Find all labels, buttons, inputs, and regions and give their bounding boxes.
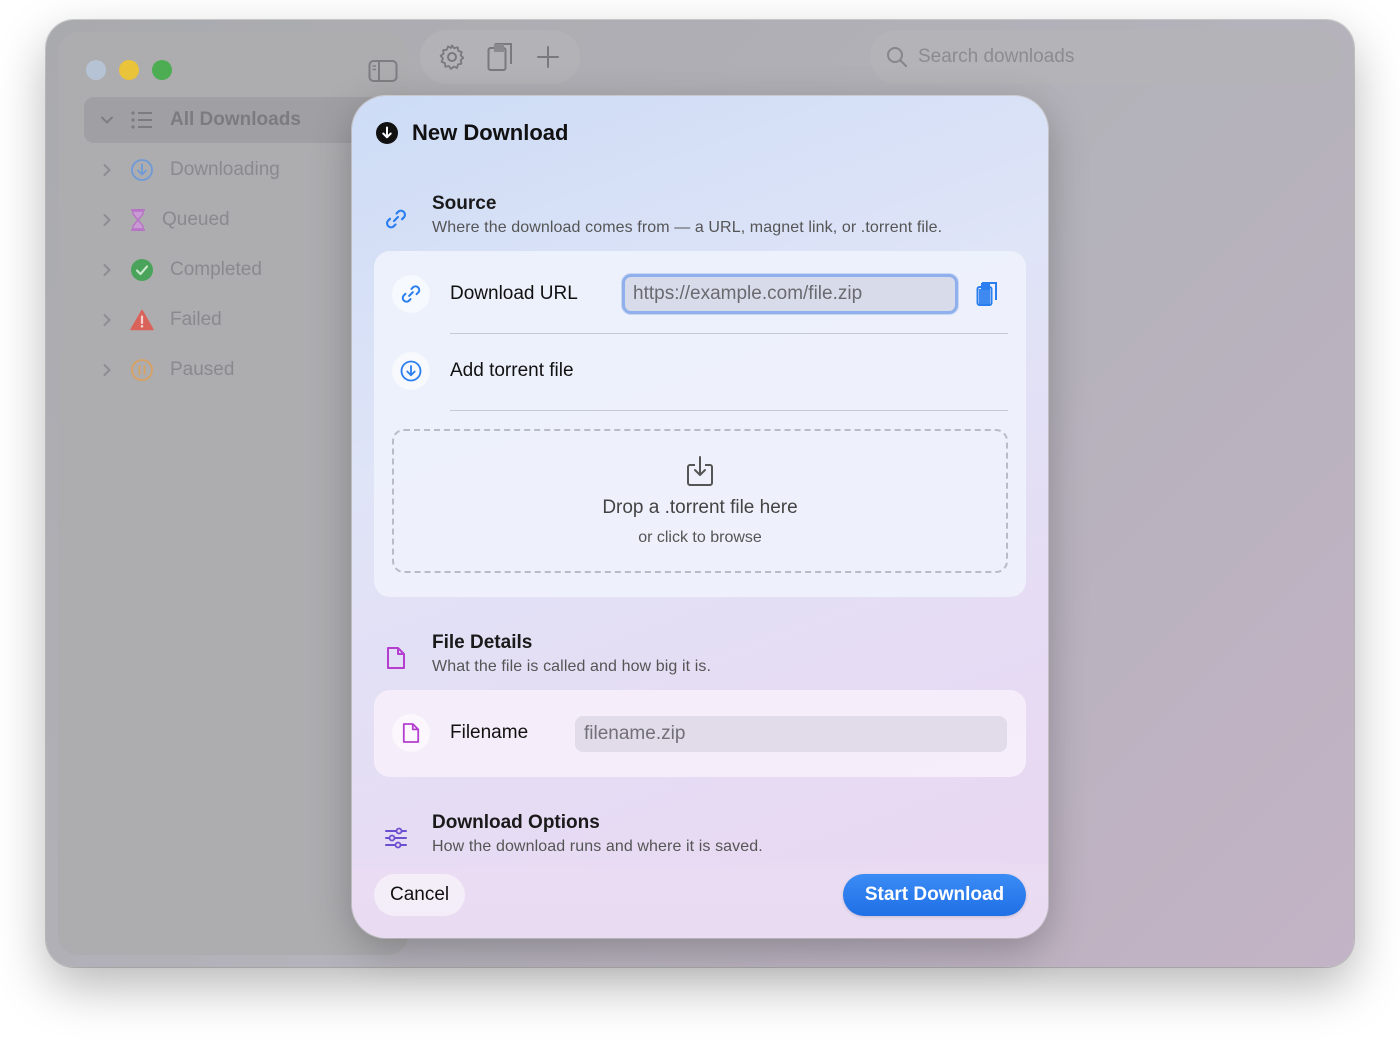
- download-circle-icon: [376, 122, 398, 144]
- add-torrent-label: Add torrent file: [450, 360, 574, 381]
- document-icon: [392, 714, 430, 752]
- sidebar-item-label: All Downloads: [170, 109, 301, 130]
- search-icon: [887, 47, 908, 68]
- dialog-footer: Cancel Start Download: [352, 858, 1048, 938]
- filename-input[interactable]: [575, 716, 1007, 752]
- sidebar-item-label: Failed: [170, 309, 222, 330]
- gear-icon[interactable]: [435, 40, 469, 74]
- chevron-right-icon[interactable]: [98, 361, 116, 379]
- sidebar-item-label: Downloading: [170, 159, 280, 180]
- search-field[interactable]: [870, 30, 1342, 84]
- source-section-header: Source Where the download comes from — a…: [376, 193, 942, 239]
- chevron-right-icon[interactable]: [98, 211, 116, 229]
- pause-circle-icon: [130, 358, 154, 382]
- hourglass-icon: [130, 208, 146, 232]
- download-url-label: Download URL: [450, 283, 578, 304]
- document-icon: [376, 638, 416, 678]
- maximize-window-button[interactable]: [152, 60, 172, 80]
- dialog-title-text: New Download: [412, 120, 569, 145]
- plus-icon[interactable]: [531, 40, 565, 74]
- chevron-right-icon[interactable]: [98, 261, 116, 279]
- file-details-card: Filename: [374, 690, 1026, 777]
- close-window-button[interactable]: [86, 60, 106, 80]
- download-options-description: How the download runs and where it is sa…: [432, 838, 763, 855]
- file-details-description: What the file is called and how big it i…: [432, 658, 712, 675]
- sidebar-toggle-icon[interactable]: [368, 59, 398, 83]
- dropzone-subtitle: or click to browse: [638, 529, 762, 546]
- torrent-dropzone[interactable]: Drop a .torrent file here or click to br…: [392, 429, 1008, 573]
- file-details-title: File Details: [432, 632, 533, 653]
- cancel-button[interactable]: Cancel: [374, 874, 466, 916]
- search-input[interactable]: [918, 46, 1318, 68]
- link-icon: [376, 199, 416, 239]
- filename-row: Filename: [392, 714, 528, 752]
- arrow-down-circle-icon: [130, 158, 154, 182]
- sidebar-item-label: Completed: [170, 259, 262, 280]
- list-icon: [130, 108, 154, 132]
- divider: [450, 333, 1008, 334]
- filename-label: Filename: [450, 722, 529, 743]
- tray-download-icon: [687, 456, 713, 486]
- chevron-right-icon[interactable]: [98, 161, 116, 179]
- checkmark-circle-icon: [130, 258, 154, 282]
- download-options-title: Download Options: [432, 812, 600, 833]
- download-options-section-header: Download Options How the download runs a…: [376, 812, 763, 858]
- link-icon: [392, 275, 430, 313]
- new-download-dialog: New Download Source Where the download c…: [352, 96, 1048, 938]
- paste-icon[interactable]: [972, 279, 1002, 309]
- sliders-icon: [376, 818, 416, 858]
- source-title: Source: [432, 193, 497, 214]
- dialog-title: New Download: [376, 120, 568, 146]
- clipboard-icon[interactable]: [483, 40, 517, 74]
- minimize-window-button[interactable]: [119, 60, 139, 80]
- source-description: Where the download comes from — a URL, m…: [432, 219, 943, 236]
- source-card: Download URL Add torrent file Drop a .to…: [374, 251, 1026, 597]
- add-torrent-row[interactable]: Add torrent file: [392, 352, 574, 390]
- dropzone-title: Drop a .torrent file here: [602, 497, 798, 518]
- arrow-down-circle-icon: [392, 352, 430, 390]
- warning-triangle-icon: [130, 308, 154, 332]
- chevron-right-icon[interactable]: [98, 311, 116, 329]
- download-url-row: Download URL: [392, 275, 578, 313]
- download-url-input[interactable]: [622, 274, 958, 314]
- toolbar: [420, 30, 580, 84]
- chevron-down-icon[interactable]: [98, 111, 116, 129]
- start-download-button[interactable]: Start Download: [843, 874, 1026, 916]
- sidebar-item-label: Queued: [162, 209, 230, 230]
- sidebar-item-label: Paused: [170, 359, 235, 380]
- file-details-section-header: File Details What the file is called and…: [376, 632, 711, 678]
- divider: [450, 410, 1008, 411]
